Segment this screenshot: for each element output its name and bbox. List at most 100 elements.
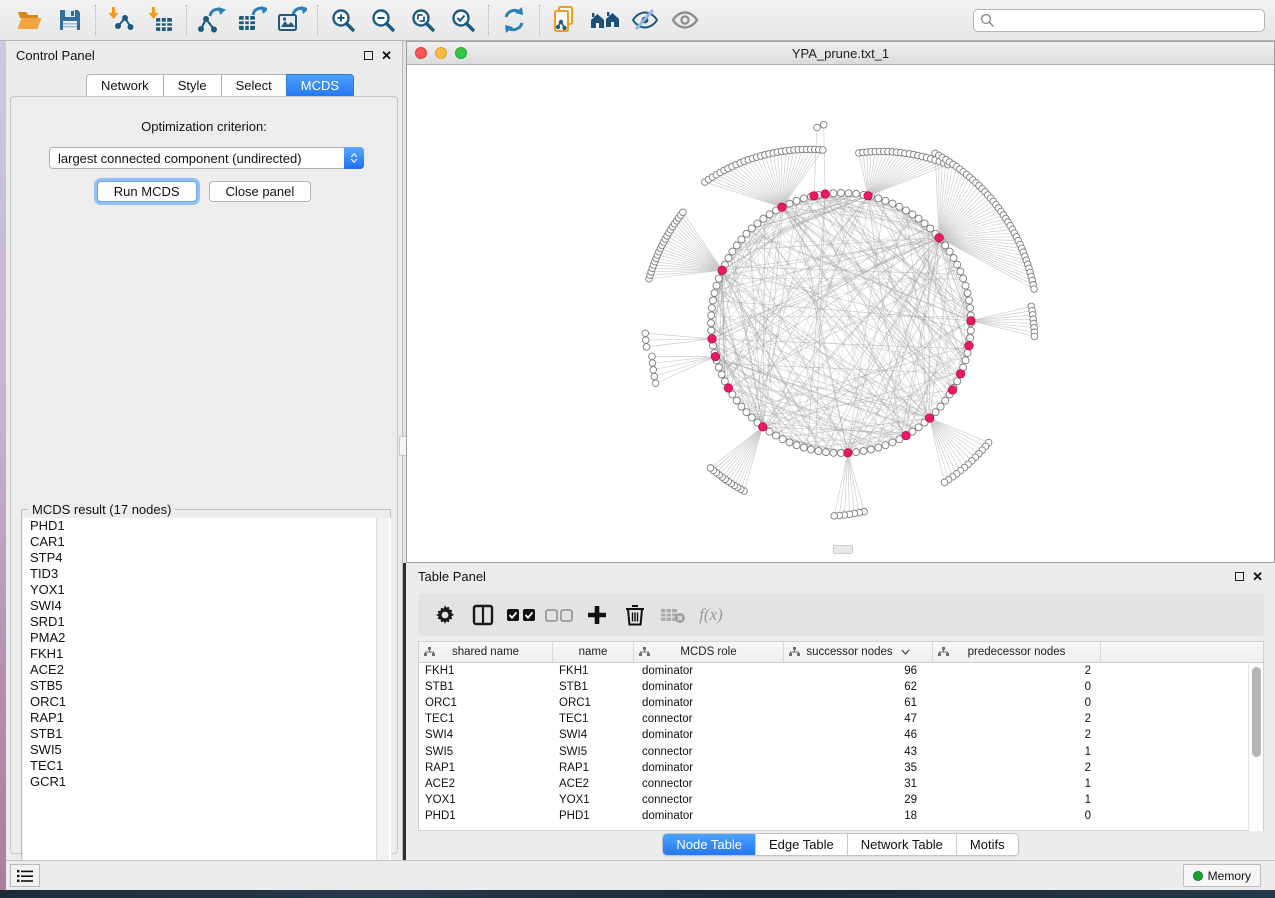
mcds-result-item[interactable]: PMA2 <box>23 630 391 646</box>
table-toolbar: f(x) <box>418 593 1264 636</box>
float-table-panel-icon[interactable] <box>1235 572 1244 581</box>
app-window: Control Panel ✕ NetworkStyleSelectMCDS O… <box>0 0 1275 898</box>
table-row[interactable]: SWI4SWI4dominator462 <box>419 727 1263 743</box>
table-row[interactable]: ORC1ORC1dominator610 <box>419 695 1263 711</box>
close-panel-icon[interactable]: ✕ <box>381 49 392 62</box>
refresh-icon[interactable] <box>494 3 534 37</box>
search-input[interactable] <box>999 13 1258 27</box>
mcds-result-item[interactable]: TEC1 <box>23 758 391 774</box>
optimization-criterion-select[interactable]: largest connected component (undirected) <box>49 147 364 169</box>
cell-mcds_role: dominator <box>634 762 784 774</box>
close-table-panel-icon[interactable]: ✕ <box>1252 570 1263 583</box>
cell-predecessor_nodes: 1 <box>933 778 1101 790</box>
tab-style[interactable]: Style <box>163 74 221 97</box>
network-canvas[interactable] <box>407 65 1274 562</box>
table-row[interactable]: ACE2ACE2connector311 <box>419 776 1263 792</box>
table-row[interactable]: RAP1RAP1dominator352 <box>419 760 1263 776</box>
cell-mcds_role: dominator <box>634 681 784 693</box>
delete-column-icon[interactable] <box>616 600 654 630</box>
mcds-result-item[interactable]: YOX1 <box>23 582 391 598</box>
cell-name: YOX1 <box>553 794 634 806</box>
hide-selected-icon[interactable] <box>625 3 665 37</box>
mcds-result-item[interactable]: GCR1 <box>23 774 391 790</box>
mcds-result-item[interactable]: STB5 <box>23 678 391 694</box>
select-all-icon[interactable] <box>502 600 540 630</box>
cell-successor_nodes: 35 <box>784 762 933 774</box>
gear-icon[interactable] <box>426 600 464 630</box>
network-graph <box>407 65 1274 562</box>
table-scrollbar[interactable] <box>1248 663 1263 831</box>
deselect-all-icon[interactable] <box>540 600 578 630</box>
close-panel-button[interactable]: Close panel <box>209 181 312 202</box>
mcds-result-item[interactable]: CAR1 <box>23 534 391 550</box>
mcds-result-item[interactable]: SWI4 <box>23 598 391 614</box>
tab-mcds[interactable]: MCDS <box>286 74 354 97</box>
memory-button[interactable]: Memory <box>1183 864 1261 887</box>
open-session-icon[interactable] <box>10 3 50 37</box>
float-panel-icon[interactable] <box>364 51 373 60</box>
zoom-out-icon[interactable] <box>363 3 403 37</box>
mcds-result-item[interactable]: STP4 <box>23 550 391 566</box>
tab-network[interactable]: Network <box>86 74 163 97</box>
table-row[interactable]: STB1STB1dominator620 <box>419 679 1263 695</box>
task-history-button[interactable] <box>10 864 40 887</box>
add-column-icon[interactable] <box>578 600 616 630</box>
tab-network-table[interactable]: Network Table <box>848 834 957 855</box>
cell-name: ORC1 <box>553 697 634 709</box>
tab-node-table[interactable]: Node Table <box>663 834 756 855</box>
mcds-result-item[interactable]: FKH1 <box>23 646 391 662</box>
network-window-titlebar[interactable]: YPA_prune.txt_1 <box>407 42 1274 65</box>
table-panel-titlebar: Table Panel ✕ <box>406 563 1275 589</box>
zoom-in-icon[interactable] <box>323 3 363 37</box>
import-network-icon[interactable] <box>101 3 141 37</box>
tab-select[interactable]: Select <box>221 74 286 97</box>
mcds-result-title: MCDS result (17 nodes) <box>28 502 175 517</box>
network-window-title: YPA_prune.txt_1 <box>407 46 1274 61</box>
mcds-result-item[interactable]: TID3 <box>23 566 391 582</box>
export-image-icon[interactable] <box>272 3 312 37</box>
houses-icon[interactable] <box>585 3 625 37</box>
zoom-fit-icon[interactable] <box>403 3 443 37</box>
table-row[interactable]: FKH1FKH1dominator962 <box>419 663 1263 679</box>
run-mcds-button[interactable]: Run MCDS <box>97 181 197 202</box>
column-header-successor-nodes[interactable]: successor nodes <box>784 642 933 662</box>
table-row[interactable]: SWI5SWI5connector431 <box>419 743 1263 759</box>
cell-shared_name: TEC1 <box>419 713 553 725</box>
mcds-result-item[interactable]: ORC1 <box>23 694 391 710</box>
network-from-selection-icon[interactable] <box>545 3 585 37</box>
cell-name: ACE2 <box>553 778 634 790</box>
export-table-icon[interactable] <box>232 3 272 37</box>
table-row[interactable]: YOX1YOX1connector291 <box>419 792 1263 808</box>
search-field[interactable] <box>973 9 1265 32</box>
export-network-icon[interactable] <box>192 3 232 37</box>
mcds-result-item[interactable]: STB1 <box>23 726 391 742</box>
mcds-result-item[interactable]: ACE2 <box>23 662 391 678</box>
cell-successor_nodes: 61 <box>784 697 933 709</box>
column-header-MCDS-role[interactable]: MCDS role <box>634 642 784 662</box>
mcds-list-scrollbar[interactable] <box>376 518 389 878</box>
mcds-result-list[interactable]: PHD1CAR1STP4TID3YOX1SWI4SRD1PMA2FKH1ACE2… <box>23 518 391 878</box>
column-header-shared-name[interactable]: shared name <box>419 642 553 662</box>
table-scrollbar-thumb[interactable] <box>1252 667 1261 757</box>
horizontal-splitter-grip[interactable] <box>833 545 853 554</box>
mcds-result-item[interactable]: SRD1 <box>23 614 391 630</box>
cell-shared_name: YOX1 <box>419 794 553 806</box>
toolbar-separator <box>186 5 187 35</box>
import-table-icon[interactable] <box>141 3 181 37</box>
show-hidden-icon[interactable] <box>665 3 705 37</box>
mcds-result-item[interactable]: SWI5 <box>23 742 391 758</box>
cell-shared_name: ORC1 <box>419 697 553 709</box>
mcds-result-item[interactable]: PHD1 <box>23 518 391 534</box>
cell-mcds_role: connector <box>634 778 784 790</box>
columns-icon[interactable] <box>464 600 502 630</box>
node-table-body: FKH1FKH1dominator962STB1STB1dominator620… <box>419 663 1263 824</box>
column-header-predecessor-nodes[interactable]: predecessor nodes <box>933 642 1101 662</box>
tab-edge-table[interactable]: Edge Table <box>756 834 848 855</box>
zoom-selected-icon[interactable] <box>443 3 483 37</box>
save-session-icon[interactable] <box>50 3 90 37</box>
tab-motifs[interactable]: Motifs <box>957 834 1018 855</box>
table-row[interactable]: PHD1PHD1dominator180 <box>419 808 1263 824</box>
mcds-result-item[interactable]: RAP1 <box>23 710 391 726</box>
column-header-name[interactable]: name <box>553 642 634 662</box>
table-row[interactable]: TEC1TEC1connector472 <box>419 711 1263 727</box>
